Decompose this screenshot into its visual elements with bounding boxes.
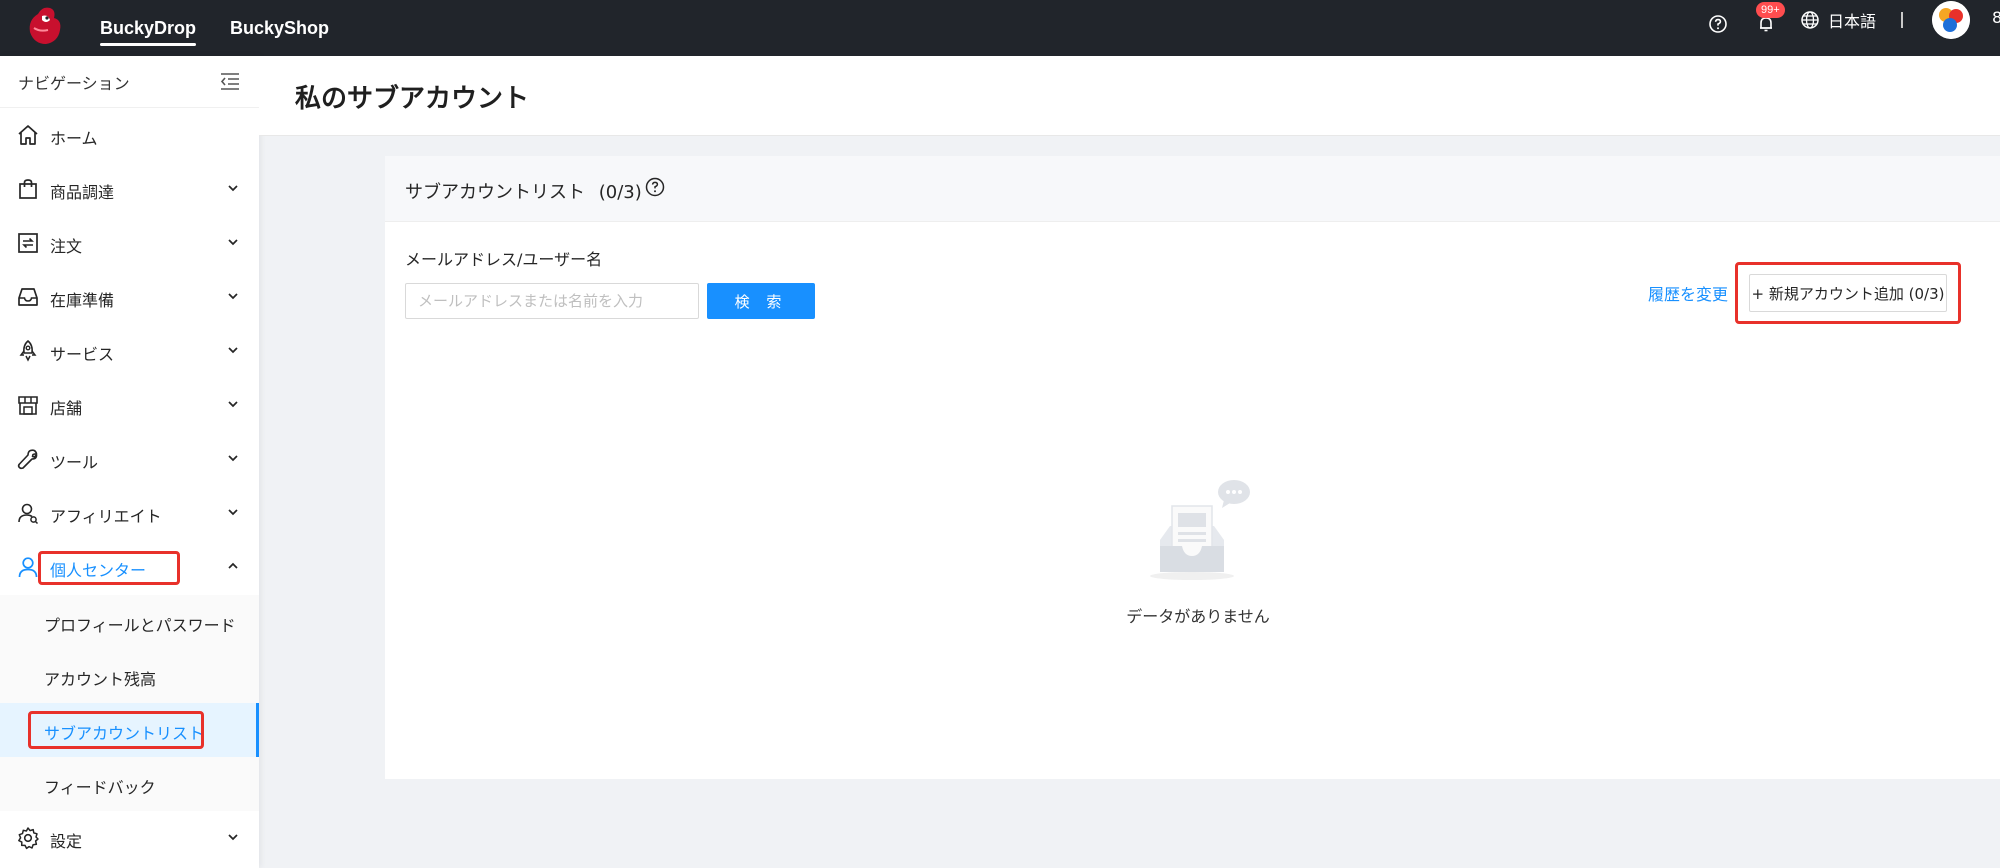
sidebar-item-label: アフィリエイト <box>50 507 162 526</box>
top-navigation-bar: BuckyDrop BuckyShop 99+ 日本語 8 <box>0 0 2000 56</box>
page-header: 私のサブアカウント <box>259 56 2000 136</box>
sidebar-item-settings[interactable]: 設定 <box>0 811 259 865</box>
submenu-item-feedback[interactable]: フィードバック <box>0 757 259 811</box>
gear-icon <box>18 827 39 850</box>
sidebar-header: ナビゲーション <box>0 56 259 108</box>
language-selector[interactable]: 日本語 <box>1800 0 1876 40</box>
sidebar-item-label: ツール <box>50 453 99 472</box>
chevron-up-icon <box>228 562 238 569</box>
avatar[interactable] <box>1932 1 1970 39</box>
globe-icon <box>1801 11 1819 29</box>
notification-badge: 99+ <box>1756 2 1785 18</box>
help-icon[interactable] <box>1706 12 1730 36</box>
sidebar-item-sourcing[interactable]: 商品調達 <box>0 162 259 216</box>
change-history-link[interactable]: 履歴を変更 <box>1648 281 1728 305</box>
inbox-icon <box>18 288 38 306</box>
submenu-item-label: プロフィールとパスワード <box>44 616 236 635</box>
submenu-item-label: フィードバック <box>44 778 156 797</box>
card-title-count: (0/3) <box>598 182 642 203</box>
tab-buckyshop[interactable]: BuckyShop <box>230 0 329 56</box>
chevron-down-icon <box>228 185 238 192</box>
sidebar-header-label: ナビゲーション <box>18 73 130 93</box>
sidebar-item-store[interactable]: 店舗 <box>0 378 259 432</box>
affiliate-icon <box>18 503 39 525</box>
tab-buckydrop[interactable]: BuckyDrop <box>100 0 197 56</box>
topbar-divider <box>1901 12 1903 28</box>
page-title: 私のサブアカウント <box>295 84 530 114</box>
empty-inbox-illustration <box>1150 480 1250 580</box>
chevron-down-icon <box>228 293 238 300</box>
subaccount-card: サブアカウントリスト (0/3) メールアドレス/ユーザー名 検 索 履歴を変更… <box>385 156 2000 779</box>
chevron-down-icon <box>228 401 238 408</box>
shopping-bag-icon <box>19 179 37 199</box>
chevron-down-icon <box>228 834 238 841</box>
sidebar-item-label: 設定 <box>50 832 83 851</box>
collapse-menu-icon[interactable] <box>219 70 241 92</box>
sidebar-item-services[interactable]: サービス <box>0 324 259 378</box>
submenu-item-account-balance[interactable]: アカウント残高 <box>0 649 259 703</box>
sidebar-item-home[interactable]: ホーム <box>0 108 259 162</box>
buckydrop-logo[interactable] <box>20 2 68 50</box>
chevron-down-icon <box>228 509 238 516</box>
chevron-down-icon <box>228 347 238 354</box>
sidebar-item-tools[interactable]: ツール <box>0 432 259 486</box>
sidebar: ナビゲーション ホーム 商品調達 注文 在庫準備 サービス 店舗 ツール アフィ… <box>0 56 259 868</box>
sidebar-item-label: 在庫準備 <box>50 291 115 310</box>
sidebar-item-label: ホーム <box>50 129 98 148</box>
sidebar-item-label: 店舗 <box>50 399 83 418</box>
submenu-item-profile-password[interactable]: プロフィールとパスワード <box>0 595 259 649</box>
chevron-down-icon <box>228 239 238 246</box>
sidebar-item-label: 個人センター <box>50 561 147 580</box>
submenu-item-subaccount-list[interactable]: サブアカウントリスト <box>0 703 259 757</box>
sidebar-item-orders[interactable]: 注文 <box>0 216 259 270</box>
order-icon <box>18 233 38 253</box>
chevron-down-icon <box>228 455 238 462</box>
sidebar-item-stock[interactable]: 在庫準備 <box>0 270 259 324</box>
submenu-item-label: サブアカウントリスト <box>44 724 205 743</box>
sidebar-item-affiliate[interactable]: アフィリエイト <box>0 486 259 540</box>
sidebar-item-label: 商品調達 <box>50 183 115 202</box>
sidebar-item-personal-center[interactable]: 個人センター <box>0 540 259 594</box>
add-new-account-button[interactable]: + 新規アカウント追加 (0/3) <box>1749 274 1947 312</box>
card-header: サブアカウントリスト (0/3) <box>385 156 2000 222</box>
user-icon <box>18 557 38 578</box>
topbar-overflow-text: 8 <box>1992 8 2000 27</box>
language-label: 日本語 <box>1828 12 1877 31</box>
sidebar-item-label: サービス <box>50 345 115 364</box>
home-icon <box>18 125 38 145</box>
empty-state-text: データがありません <box>1126 607 1270 626</box>
card-title: サブアカウントリスト (0/3) <box>405 178 642 204</box>
sidebar-item-label: 注文 <box>50 237 83 256</box>
submenu-item-label: アカウント残高 <box>44 670 157 689</box>
store-icon <box>18 396 38 415</box>
search-button[interactable]: 検 索 <box>707 283 815 319</box>
search-input[interactable] <box>405 283 699 319</box>
question-circle-icon[interactable] <box>644 176 666 198</box>
rocket-icon <box>19 339 37 362</box>
wrench-icon <box>17 449 38 470</box>
search-field-label: メールアドレス/ユーザー名 <box>405 250 603 269</box>
card-title-text: サブアカウントリスト <box>405 182 585 203</box>
